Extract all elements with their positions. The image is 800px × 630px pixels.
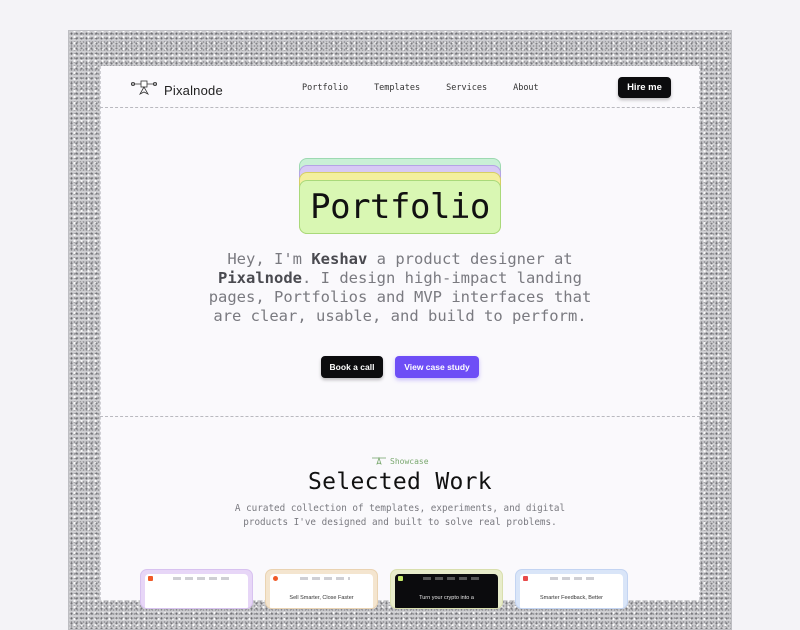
- hire-me-button[interactable]: Hire me: [618, 77, 671, 98]
- mini-logo: [523, 576, 528, 581]
- mini-nav: [550, 577, 598, 580]
- pen-tool-icon: [130, 79, 158, 101]
- thumbnail-preview: Smarter Feedback, Better: [520, 574, 623, 608]
- mini-logo: [148, 576, 153, 581]
- intro-company: Pixalnode: [218, 269, 303, 287]
- view-case-study-button[interactable]: View case study: [395, 356, 479, 378]
- showcase-label: Showcase: [390, 457, 429, 466]
- thumbnail-caption: Smarter Feedback, Better: [540, 595, 603, 601]
- mini-nav: [300, 577, 350, 580]
- mini-logo: [398, 576, 403, 581]
- thumbnail-caption: Sell Smarter, Close Faster: [289, 595, 354, 601]
- nav-links: Portfolio Templates Services About: [302, 83, 539, 93]
- hero-title: Portfolio: [299, 180, 501, 234]
- brand-name: Pixalnode: [164, 82, 223, 98]
- intro-name: Keshav: [311, 250, 368, 268]
- brand-logo[interactable]: Pixalnode: [130, 79, 223, 101]
- sparkle-icon: [372, 456, 386, 467]
- book-call-button[interactable]: Book a call: [321, 356, 383, 378]
- section-divider: [100, 416, 700, 417]
- intro-greeting: Hey, I'm: [227, 250, 312, 268]
- thumbnail-preview: Turn your crypto into a: [395, 574, 498, 608]
- selected-work-title: Selected Work: [308, 469, 492, 495]
- right-guide-line: [699, 66, 700, 600]
- work-thumbnail-2[interactable]: Sell Smarter, Close Faster: [265, 569, 378, 609]
- thumbnail-preview: Sell Smarter, Close Faster: [270, 574, 373, 608]
- nav-link-about[interactable]: About: [513, 83, 539, 93]
- thumbnail-caption: Turn your crypto into a: [419, 595, 474, 601]
- work-thumbnail-4[interactable]: Smarter Feedback, Better: [515, 569, 628, 609]
- work-thumbnail-3[interactable]: Turn your crypto into a: [390, 569, 503, 609]
- selected-work-description: A curated collection of templates, exper…: [234, 503, 566, 528]
- intro-role: a product designer at: [367, 250, 573, 268]
- top-nav: Pixalnode Portfolio Templates Services A…: [100, 66, 700, 108]
- nav-link-portfolio[interactable]: Portfolio: [302, 83, 348, 93]
- nav-link-templates[interactable]: Templates: [374, 83, 420, 93]
- showcase-badge: Showcase: [372, 456, 429, 467]
- mini-nav: [423, 577, 483, 580]
- mini-logo: [273, 576, 278, 581]
- work-thumbnail-1[interactable]: [140, 569, 253, 609]
- hero-intro: Hey, I'm Keshav a product designer at Pi…: [205, 250, 595, 326]
- nav-link-services[interactable]: Services: [446, 83, 487, 93]
- left-guide-line: [100, 66, 101, 600]
- mini-nav: [173, 577, 233, 580]
- frame-top-guide: [84, 40, 716, 41]
- thumbnail-preview: [145, 574, 248, 608]
